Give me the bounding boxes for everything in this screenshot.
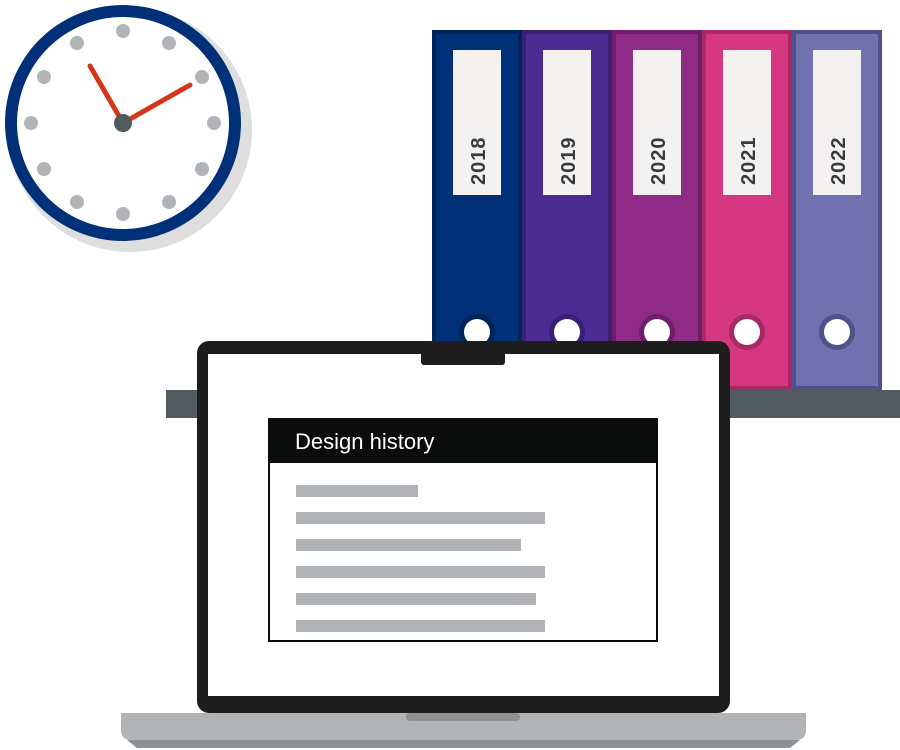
- text-placeholder-line: [296, 593, 536, 605]
- text-placeholder-line: [296, 539, 521, 551]
- text-placeholder-line: [296, 566, 545, 578]
- window-header: Design history: [270, 420, 656, 463]
- text-placeholder-line: [296, 485, 418, 497]
- window-title: Design history: [295, 429, 435, 454]
- text-placeholder-line: [296, 512, 545, 524]
- text-placeholder-line: [296, 620, 545, 632]
- design-history-window: Design history: [268, 418, 658, 642]
